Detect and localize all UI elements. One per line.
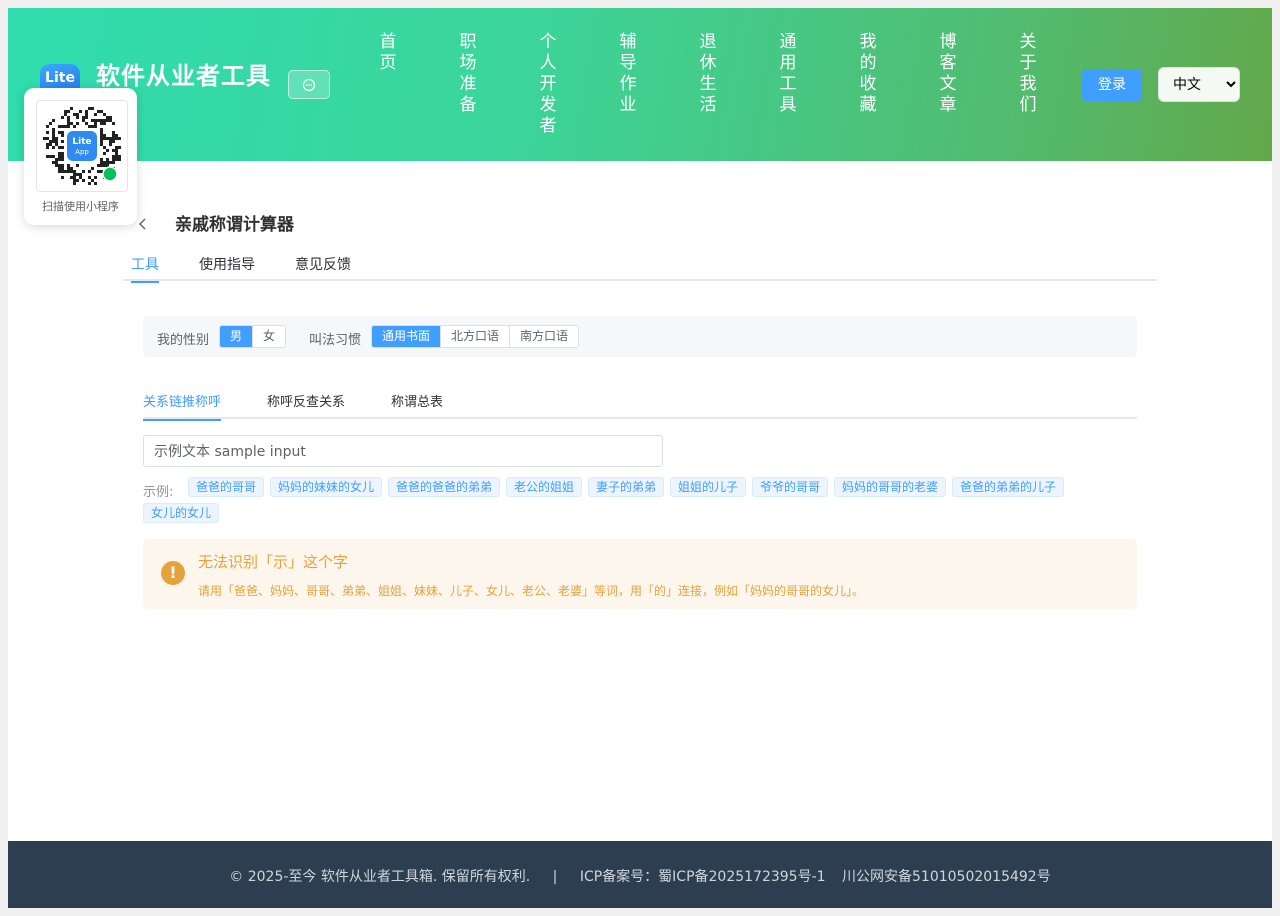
tab-2[interactable]: 意见反馈 <box>295 254 351 281</box>
gender-option-1[interactable]: 女 <box>252 326 286 347</box>
footer-police-link[interactable]: 川公网安备51010502015492号 <box>842 869 1051 885</box>
mode-tab-2[interactable]: 称谓总表 <box>391 391 443 419</box>
gender-label: 我的性别 <box>157 333 210 348</box>
alert-description: 请用「爸爸、妈妈、哥哥、弟弟、姐姐、妹妹、儿子、女儿、老公、老婆」等词，用「的」… <box>198 584 865 598</box>
example-chip[interactable]: 爸爸的哥哥 <box>188 477 265 497</box>
mode-tab-1[interactable]: 称呼反查关系 <box>267 391 345 419</box>
page-title: 亲戚称谓计算器 <box>175 215 294 235</box>
footer-copyright: © 2025-至今 软件从业者工具箱. 保留所有权利. <box>229 869 531 885</box>
examples-label: 示例: <box>143 485 174 500</box>
gender-toggle: 男女 <box>219 325 287 348</box>
habit-label: 叫法习惯 <box>309 333 362 348</box>
example-chip[interactable]: 老公的姐姐 <box>506 477 583 497</box>
site-header: Lite 软件从业者工具 首页 职场准备 个人开发者 辅导作业 退休生活 通用工具 我的收藏… <box>8 8 1272 161</box>
nav-item-3[interactable]: 辅导作业 <box>618 32 638 116</box>
example-chip[interactable]: 姐姐的儿子 <box>670 477 747 497</box>
example-chip[interactable]: 妈妈的哥哥的老婆 <box>834 477 947 497</box>
options-bar: 我的性别 男女 叫法习惯 通用书面 北方口语 南方口语 <box>143 316 1137 357</box>
wechat-chat-button[interactable] <box>288 70 330 99</box>
nav-item-6[interactable]: 我的收藏 <box>858 32 878 116</box>
tab-1[interactable]: 使用指导 <box>199 254 255 281</box>
nav-item-4[interactable]: 退休生活 <box>698 32 718 116</box>
mode-tab-0[interactable]: 关系链推称呼 <box>143 391 222 421</box>
example-chip[interactable]: 妻子的弟弟 <box>588 477 665 497</box>
svg-text:App: App <box>75 148 89 156</box>
habit-option-2[interactable]: 南方口语 <box>509 326 579 347</box>
example-chip[interactable]: 女儿的女儿 <box>143 503 220 523</box>
qr-caption: 扫描使用小程序 <box>42 200 119 213</box>
mode-tabs: 关系链推称呼 称呼反查关系 称谓总表 <box>143 372 1137 421</box>
site-title[interactable]: 软件从业者工具 <box>96 56 271 91</box>
nav-item-5[interactable]: 通用工具 <box>778 32 798 116</box>
example-chip[interactable]: 爸爸的爸爸的弟弟 <box>388 477 501 497</box>
habit-toggle: 通用书面 北方口语 南方口语 <box>371 325 580 348</box>
example-chip[interactable]: 爷爷的哥哥 <box>752 477 829 497</box>
footer-text: © 2025-至今 软件从业者工具箱. 保留所有权利. | ICP备案号：蜀IC… <box>8 866 1272 886</box>
warning-icon: ! <box>161 561 185 585</box>
habit-option-1[interactable]: 北方口语 <box>440 326 510 347</box>
svg-text:Lite: Lite <box>72 137 91 147</box>
relation-input[interactable] <box>143 435 663 467</box>
nav-item-0[interactable]: 首页 <box>378 32 398 74</box>
footer-separator: | <box>552 869 558 885</box>
qr-code: Lite App <box>36 100 128 192</box>
page: Lite 软件从业者工具 首页 职场准备 个人开发者 辅导作业 退休生活 通用工具 我的收藏… <box>8 8 1272 908</box>
nav-item-2[interactable]: 个人开发者 <box>538 32 558 137</box>
alert-title: 无法识别「示」这个字 <box>198 553 349 571</box>
calculator-card: 我的性别 男女 叫法习惯 通用书面 北方口语 南方口语 关系链推称呼 称呼反查关系 称谓… <box>123 297 1157 620</box>
login-button[interactable]: 登录 <box>1082 69 1142 101</box>
site-footer: © 2025-至今 软件从业者工具箱. 保留所有权利. | ICP备案号：蜀IC… <box>8 841 1272 908</box>
tab-0[interactable]: 工具 <box>131 254 159 283</box>
warning-alert: ! 无法识别「示」这个字 请用「爸爸、妈妈、哥哥、弟弟、姐姐、妹妹、儿子、女儿、… <box>143 539 1137 609</box>
footer-icp-link[interactable]: ICP备案号：蜀ICP备2025172395号-1 <box>580 869 826 885</box>
nav-item-8[interactable]: 关于我们 <box>1018 32 1038 116</box>
language-select[interactable]: 中文 <box>1158 67 1240 102</box>
chat-bubble-icon <box>302 78 316 91</box>
miniprogram-qr-popup: Lite App 扫描使用小程序 <box>24 88 137 225</box>
tool-tabs: 工具 使用指导 意见反馈 <box>123 252 1157 283</box>
nav-item-7[interactable]: 博客文章 <box>938 32 958 116</box>
habit-option-0[interactable]: 通用书面 <box>372 326 441 347</box>
gender-option-0[interactable]: 男 <box>220 326 253 347</box>
qr-code-image: LiteApp <box>43 107 121 185</box>
chevron-left-icon <box>139 218 146 230</box>
example-chip[interactable]: 妈妈的妹妹的女儿 <box>270 477 383 497</box>
example-chip[interactable]: 爸爸的弟弟的儿子 <box>952 477 1065 497</box>
nav-item-1[interactable]: 职场准备 <box>458 32 478 116</box>
